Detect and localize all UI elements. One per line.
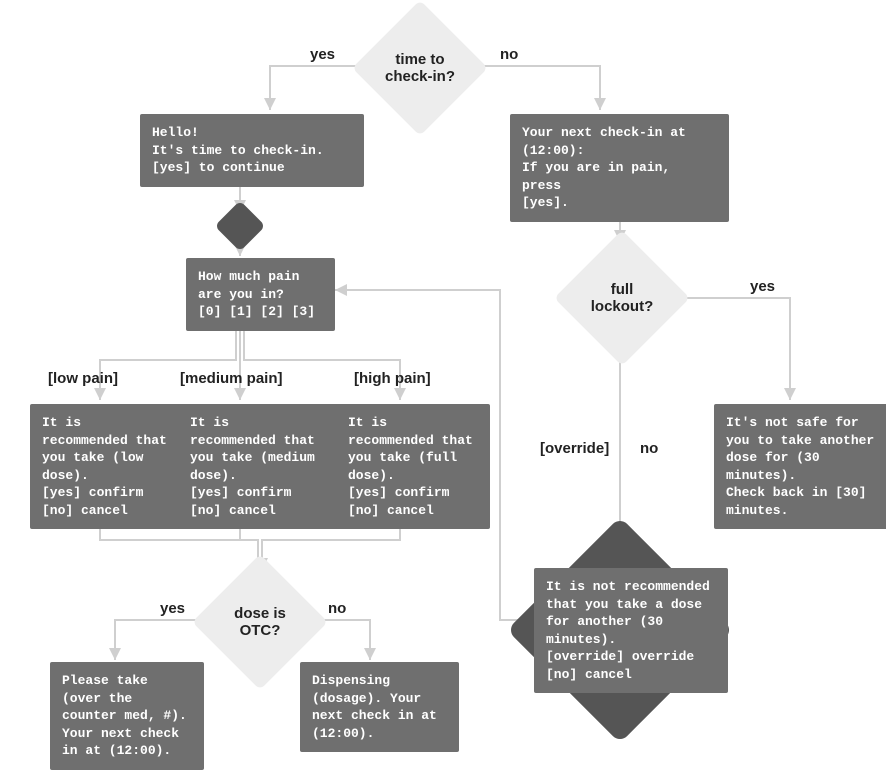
box-low-dose: It is recommended that you take (low dos… [30,404,184,529]
box-lockout-no: It is not recommended that you take a do… [534,568,728,693]
flowchart-canvas: time to check-in? yes no Hello! It's tim… [0,0,886,774]
edge-checkin-yes: yes [310,46,335,63]
edge-checkin-no: no [500,46,518,63]
box-high-dose: It is recommended that you take (full do… [336,404,490,529]
decision-checkin: time to check-in? [360,8,480,128]
box-lockout-yes: It's not safe for you to take another do… [714,404,886,529]
box-greet: Hello! It's time to check-in. [yes] to c… [140,114,364,187]
box-otc-no: Dispensing (dosage). Your next check in … [300,662,459,752]
edge-low-pain: [low pain] [48,370,118,387]
box-pain-scale: How much pain are you in? [0] [1] [2] [3… [186,258,335,331]
decision-continue [214,200,266,252]
edge-otc-yes: yes [160,600,185,617]
box-otc-yes: Please take (over the counter med, #). Y… [50,662,204,770]
edge-lockout-no: no [640,440,658,457]
box-med-dose: It is recommended that you take (medium … [178,404,342,529]
edge-otc-no: no [328,600,346,617]
box-next-checkin: Your next check-in at (12:00): If you ar… [510,114,729,222]
decision-otc-label: dose is OTC? [234,605,286,640]
edge-high-pain: [high pain] [354,370,431,387]
decision-checkin-label: time to check-in? [385,51,455,86]
decision-lockout: full lockout? [562,238,682,358]
edge-medium-pain: [medium pain] [180,370,283,387]
decision-lockout-label: full lockout? [591,281,654,316]
edge-override: [override] [540,440,609,457]
edge-lockout-yes: yes [750,278,775,295]
